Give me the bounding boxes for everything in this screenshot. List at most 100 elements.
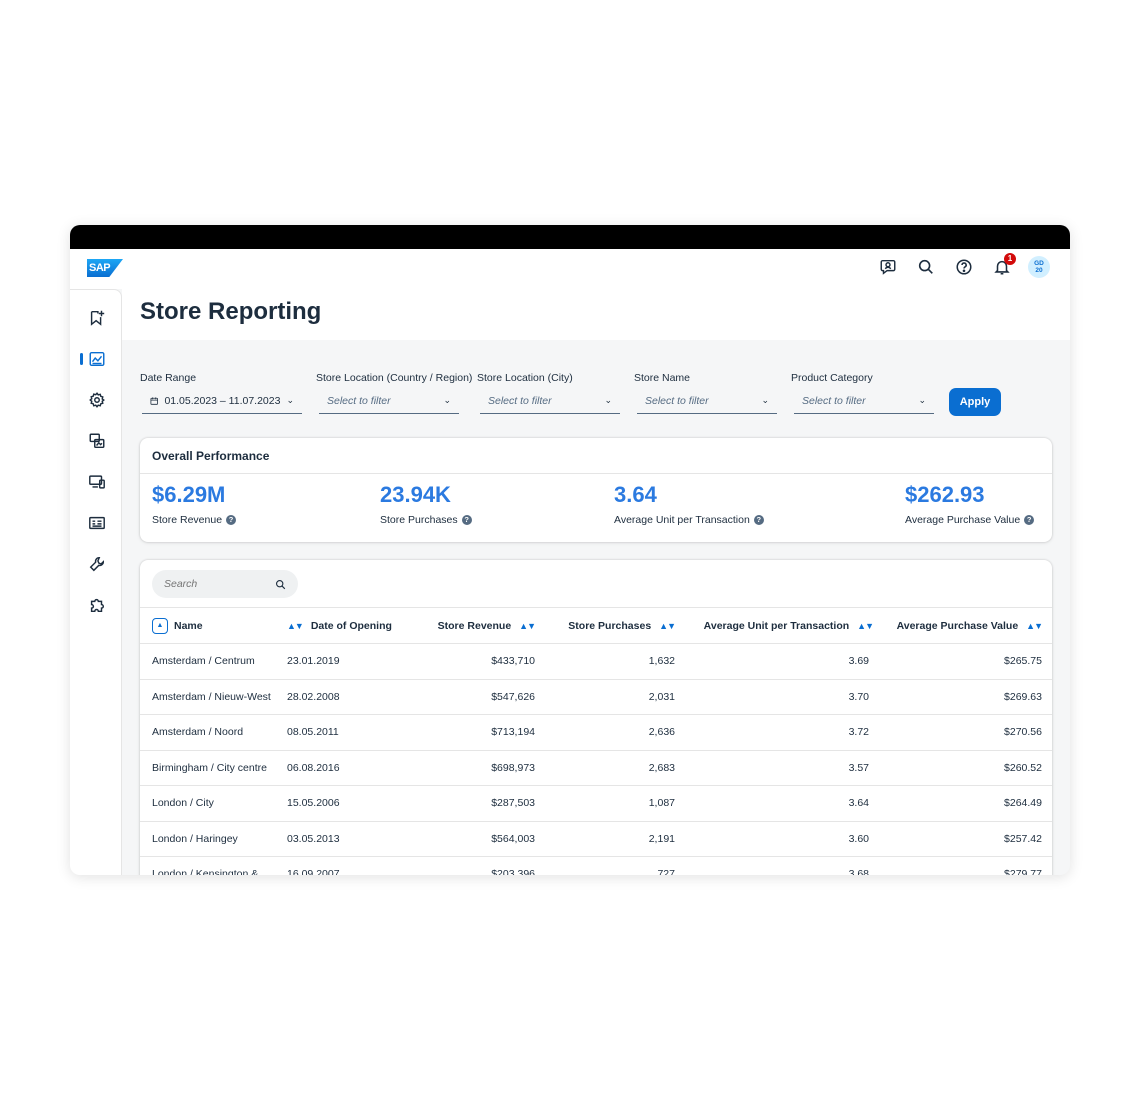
cell-avg-unit: 3.68 (675, 856, 873, 875)
store-table: ▲ Name ▲▼ Date of Opening Store Revenue ▲▼ … (140, 607, 1052, 875)
filter-date-range: Date Range 01.05.2023 – 11.07.2023 ⌄ (140, 372, 302, 414)
cell-date: 16.09.2007 (275, 856, 395, 875)
kpi-avg-unit: 3.64 Average Unit per Transaction? (614, 482, 764, 526)
help-icon[interactable]: ? (226, 515, 237, 525)
help-icon (956, 259, 972, 275)
nav-item-settings[interactable] (86, 389, 108, 411)
table-row[interactable]: Amsterdam / Nieuw-West 28.02.2008 $547,626… (140, 679, 1052, 715)
cell-date: 28.02.2008 (275, 679, 395, 715)
table-row[interactable]: London / Kensington & 16.09.2007 $203,396 7… (140, 856, 1052, 875)
search-input[interactable] (164, 578, 275, 590)
chevron-down-icon: ⌄ (443, 395, 451, 405)
cell-avg-purchase: $265.75 (873, 643, 1052, 680)
cell-avg-unit: 3.64 (675, 785, 873, 822)
table-body: Amsterdam / Centrum 23.01.2019 $433,710 1,6… (140, 643, 1052, 875)
cell-name: Birmingham / City centre (140, 750, 275, 786)
sort-icon[interactable]: ▲▼ (1026, 621, 1043, 631)
nav-item-reporting[interactable] (86, 348, 108, 370)
notifications-button[interactable]: 1 (990, 253, 1016, 279)
photo-gallery-icon (89, 433, 105, 449)
chevron-down-icon: ⌄ (761, 395, 769, 405)
help-icon[interactable]: ? (1024, 515, 1035, 525)
page-title: Store Reporting (140, 298, 322, 325)
nav-item-gallery[interactable] (86, 430, 108, 452)
store-name-placeholder: Select to filter (645, 394, 709, 407)
sort-icon[interactable]: ▲▼ (659, 621, 676, 631)
column-label: Store Purchases (568, 619, 652, 632)
sort-icon[interactable]: ▲▼ (857, 621, 874, 631)
column-header-purchases[interactable]: Store Purchases ▲▼ (535, 607, 676, 644)
user-avatar[interactable]: GD 20 (1028, 256, 1050, 278)
cell-avg-purchase: $260.52 (873, 750, 1052, 786)
help-icon[interactable]: ? (461, 515, 472, 525)
column-header-date[interactable]: ▲▼ Date of Opening (275, 607, 395, 644)
country-select[interactable]: Select to filter ⌄ (319, 388, 459, 414)
sap-logo[interactable]: SAP (87, 259, 123, 277)
store-name-select[interactable]: Select to filter ⌄ (637, 388, 777, 414)
nav-item-devices[interactable] (86, 471, 108, 493)
column-label: Average Unit per Transaction (703, 619, 850, 632)
kpi-label: Store Purchases (380, 514, 458, 526)
apply-button[interactable]: Apply (949, 388, 1001, 416)
filter-category: Product Category Select to filter ⌄ (791, 372, 934, 414)
column-header-revenue[interactable]: Store Revenue ▲▼ (395, 607, 536, 644)
kpi-label: Store Revenue (152, 514, 223, 526)
cell-purchases: 727 (535, 856, 675, 875)
filter-city: Store Location (City) Select to filter ⌄ (477, 372, 620, 414)
column-label: Average Purchase Value (896, 619, 1019, 632)
kpi-label: Average Unit per Transaction (614, 514, 750, 526)
app-window: SAP 1 GD 20 Store Reporting Date Range 0… (70, 225, 1070, 875)
date-range-picker[interactable]: 01.05.2023 – 11.07.2023 ⌄ (142, 388, 302, 414)
column-header-avg-unit[interactable]: Average Unit per Transaction ▲▼ (675, 607, 874, 644)
shell-bar: SAP 1 GD 20 (70, 249, 1070, 289)
table-header-row: ▲ Name ▲▼ Date of Opening Store Revenue ▲▼ … (140, 607, 1052, 644)
line-chart-icon (89, 351, 105, 367)
wrench-icon (89, 556, 105, 572)
chevron-down-icon: ⌄ (604, 395, 612, 405)
nav-item-bookmarks[interactable] (86, 307, 108, 329)
shell-actions: 1 GD 20 (876, 253, 1050, 279)
table-row[interactable]: Amsterdam / Noord 08.05.2011 $713,194 2,636… (140, 714, 1052, 751)
sort-icon[interactable]: ▲▼ (519, 621, 536, 631)
id-card-icon (89, 516, 105, 530)
calendar-icon (150, 396, 158, 405)
nav-item-tools[interactable] (86, 553, 108, 575)
category-select[interactable]: Select to filter ⌄ (794, 388, 934, 414)
table-row[interactable]: Birmingham / City centre 06.08.2016 $698,9… (140, 750, 1052, 786)
sort-ascending-icon[interactable]: ▲ (152, 617, 168, 634)
cell-revenue: $713,194 (395, 714, 535, 751)
cell-avg-unit: 3.57 (675, 750, 873, 786)
cell-date: 15.05.2006 (275, 785, 395, 822)
cell-purchases: 2,191 (535, 821, 675, 857)
search-icon[interactable] (275, 579, 286, 590)
help-button[interactable] (952, 255, 976, 279)
joule-assistant-button[interactable] (876, 255, 900, 279)
side-navigation (70, 289, 122, 875)
help-icon[interactable]: ? (753, 515, 764, 525)
table-row[interactable]: London / City 15.05.2006 $287,503 1,087 3.64… (140, 785, 1052, 822)
chevron-down-icon: ⌄ (286, 395, 294, 405)
cell-revenue: $698,973 (395, 750, 535, 786)
cell-date: 03.05.2013 (275, 821, 395, 857)
kpi-value: 23.94K (380, 482, 451, 507)
kpi-value: $6.29M (152, 482, 226, 507)
city-select[interactable]: Select to filter ⌄ (480, 388, 620, 414)
cell-avg-purchase: $269.63 (873, 679, 1052, 715)
column-header-avg-purchase[interactable]: Average Purchase Value ▲▼ (873, 607, 1052, 644)
cell-avg-purchase: $279.77 (873, 856, 1052, 875)
column-label: Store Revenue (437, 619, 512, 632)
nav-item-id-card[interactable] (86, 512, 108, 534)
column-header-name[interactable]: ▲ Name (140, 607, 275, 644)
table-row[interactable]: Amsterdam / Centrum 23.01.2019 $433,710 1,6… (140, 643, 1052, 680)
country-placeholder: Select to filter (327, 394, 391, 407)
sort-icon[interactable]: ▲▼ (287, 621, 304, 631)
search-button[interactable] (914, 255, 938, 279)
nav-item-extensions[interactable] (86, 594, 108, 616)
cell-name: Amsterdam / Noord (140, 714, 275, 751)
cell-date: 23.01.2019 (275, 643, 395, 680)
cell-name: Amsterdam / Nieuw-West (140, 679, 275, 715)
table-row[interactable]: London / Haringey 03.05.2013 $564,003 2,191… (140, 821, 1052, 857)
table-search[interactable] (152, 570, 298, 598)
cell-avg-purchase: $270.56 (873, 714, 1052, 751)
filter-store-name: Store Name Select to filter ⌄ (634, 372, 777, 414)
